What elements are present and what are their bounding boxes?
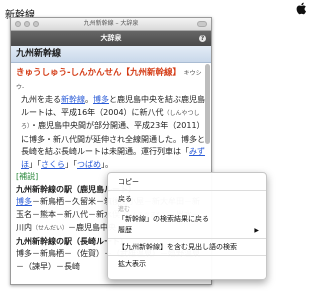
window-controls xyxy=(15,21,39,27)
entry-link[interactable]: 博多 xyxy=(93,95,109,104)
scrollbar[interactable] xyxy=(205,64,210,144)
menu-item-label: 戻る xyxy=(118,195,132,203)
entry-text: 。 xyxy=(85,95,93,104)
menu-item: 進む xyxy=(108,205,266,214)
entry-text: 」「 xyxy=(29,159,41,169)
menu-item[interactable]: 拡大表示 xyxy=(108,259,266,270)
dictionary-info-button[interactable]: ? xyxy=(199,35,206,42)
submenu-arrow-icon: ▶ xyxy=(254,227,259,234)
menu-item-label: 「新幹線」の検索結果に戻る xyxy=(118,215,209,223)
entry-link[interactable]: つばめ xyxy=(77,160,101,169)
menu-item-label: 拡大表示 xyxy=(118,260,146,268)
headword: きゅうしゅう-しんかんせん【九州新幹線】 xyxy=(16,68,182,78)
dictionary-bar: 大辞泉 ? xyxy=(11,31,211,46)
menu-item-label: 履歴 xyxy=(118,226,132,234)
menu-item-label: コピー xyxy=(118,178,139,186)
definition-paragraph: 九州を走る新幹線。博多と鹿児島中央を結ぶ鹿児島ルートは、平成16年（2004）に… xyxy=(16,94,207,171)
entry-title: 九州新幹線 xyxy=(11,46,211,63)
menu-item[interactable]: 「新幹線」の検索結果に戻る xyxy=(108,214,266,225)
context-menu: コピー戻る進む「新幹線」の検索結果に戻る 履歴 ▶ 【九州新幹線】を含む見出し語の検索… xyxy=(107,172,267,280)
entry-link[interactable]: 博多 xyxy=(16,197,32,206)
entry-text: 運行列車は「 xyxy=(141,147,189,156)
menu-item[interactable]: 戻る xyxy=(108,194,266,205)
entry-text: 」。 xyxy=(101,159,113,169)
minimize-window-button[interactable] xyxy=(24,21,30,27)
toolbar-toggle-button[interactable] xyxy=(197,21,207,27)
menu-item[interactable]: 履歴 ▶ xyxy=(108,225,266,236)
headword-line: きゅうしゅう-しんかんせん【九州新幹線】 キウシウ- xyxy=(16,67,207,94)
menu-item[interactable]: コピー xyxy=(108,177,266,188)
title-bar[interactable]: 九州新幹線 – 大辞泉 xyxy=(11,18,211,31)
menu-separator xyxy=(108,190,266,191)
menu-separator xyxy=(108,238,266,239)
apple-logo-icon xyxy=(296,2,307,15)
entry-text: 九州を走る xyxy=(21,95,61,104)
entry-link[interactable]: さくら xyxy=(41,160,65,169)
close-window-button[interactable] xyxy=(15,21,21,27)
menu-item-label: 【九州新幹線】を含む見出し語の検索 xyxy=(118,243,237,251)
menu-separator xyxy=(108,255,266,256)
zoom-window-button[interactable] xyxy=(33,21,39,27)
dictionary-name: 大辞泉 xyxy=(100,34,122,42)
menu-item[interactable]: 【九州新幹線】を含む見出し語の検索 xyxy=(108,242,266,253)
window-title: 九州新幹線 – 大辞泉 xyxy=(83,20,139,27)
entry-text: 」「 xyxy=(65,159,77,169)
reading-note: （せんだい） xyxy=(32,225,69,232)
menu-item-label: 進む xyxy=(118,206,131,213)
entry-link[interactable]: 新幹線 xyxy=(61,95,85,104)
